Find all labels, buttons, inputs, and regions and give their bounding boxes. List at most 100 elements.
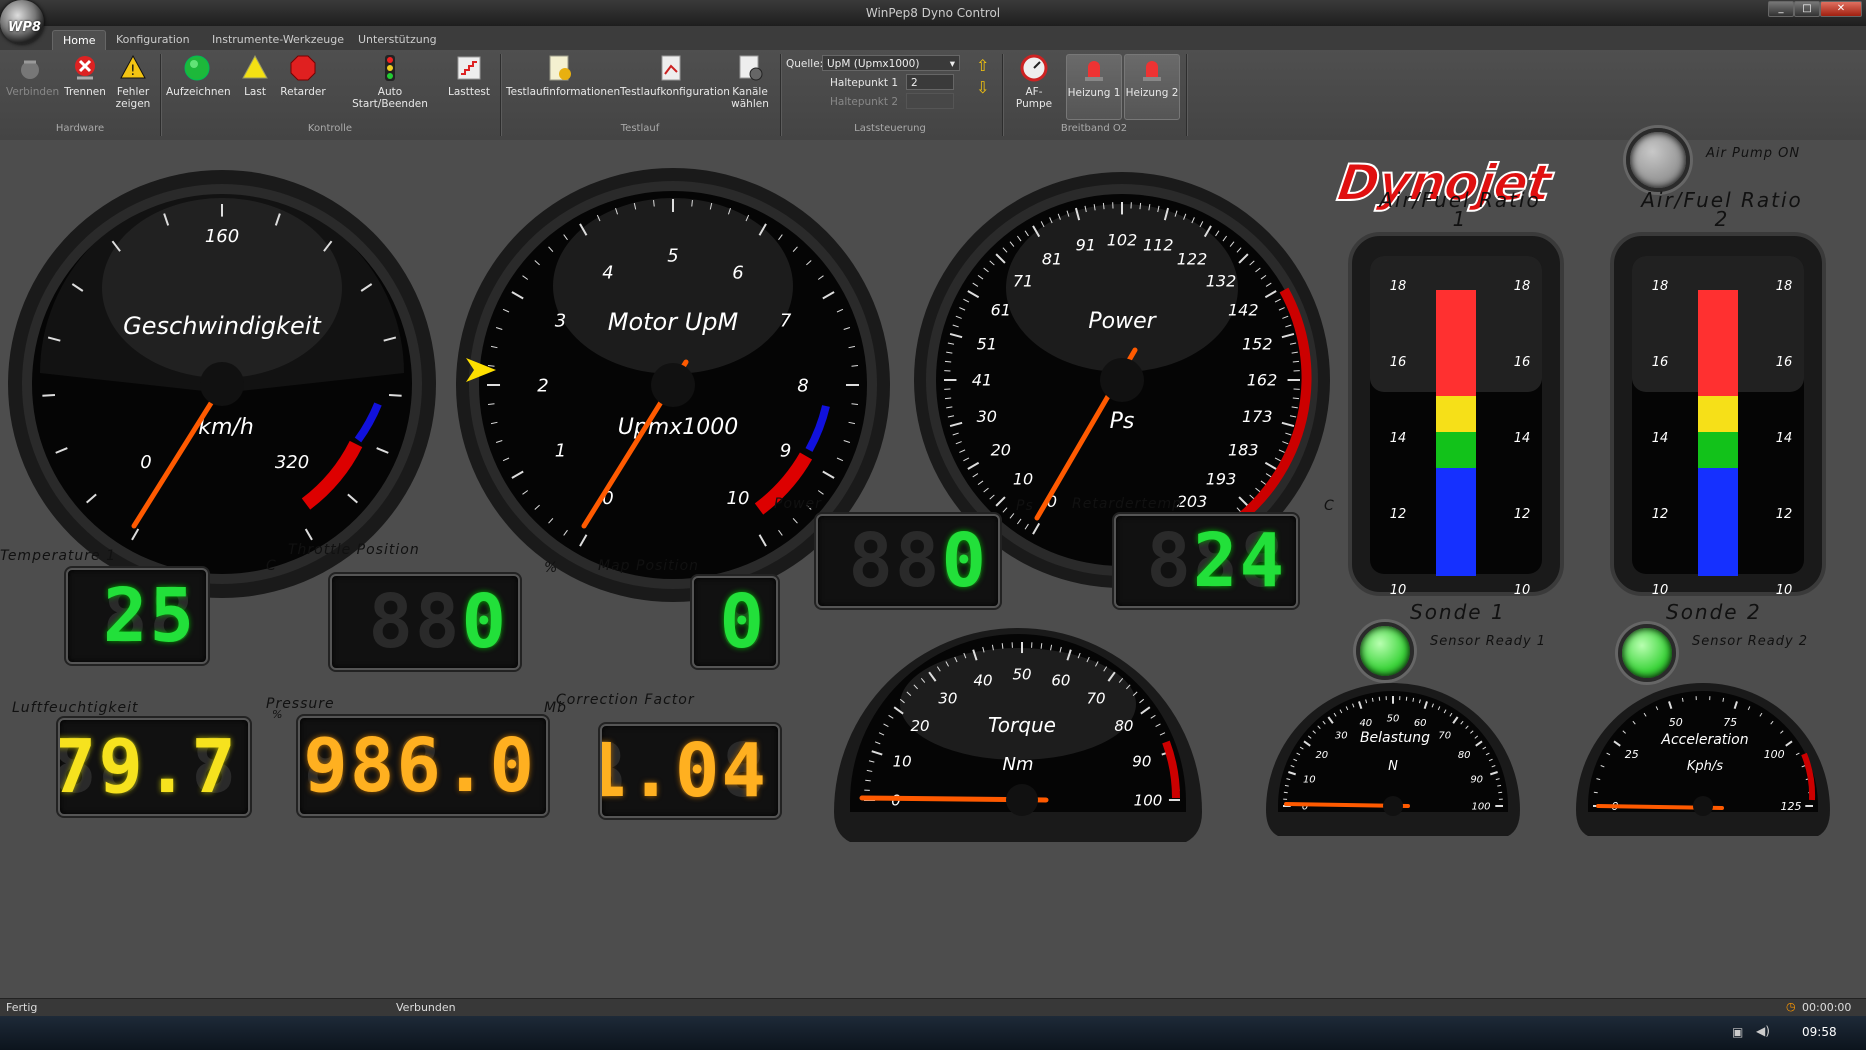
channels-gear-icon: [739, 55, 763, 81]
close-button[interactable]: ✕: [1820, 1, 1862, 17]
svg-text:12: 12: [1390, 507, 1407, 522]
accel-tick-mark: [1722, 697, 1725, 702]
svg-text:14: 14: [1776, 431, 1793, 446]
svg-text:18: 18: [1776, 279, 1793, 294]
status-connection: Verbunden: [396, 1001, 456, 1014]
svg-text:!: !: [130, 63, 136, 79]
load-button[interactable]: Last: [238, 54, 272, 98]
tab-unterstuetzung[interactable]: Unterstützung: [348, 30, 447, 50]
afr2-title: Air/Fuel Ratio 2: [1641, 188, 1803, 231]
app-logo[interactable]: WP8: [0, 0, 44, 44]
rpm-tick-mark: [653, 199, 655, 207]
sensor-ready-2-label: Sensor Ready 2: [1692, 634, 1809, 649]
pressure-display: 888.8 986.0: [298, 716, 548, 816]
throttle-display: 888 0: [330, 574, 520, 670]
af-pump-button[interactable]: AF-Pumpe: [1008, 54, 1060, 110]
rpm-tick-mark: [851, 403, 859, 405]
air-pump-label: Air Pump ON: [1706, 146, 1801, 161]
taskbar-clock: 09:58: [1802, 1025, 1837, 1039]
disconnect-button[interactable]: Trennen: [60, 54, 110, 98]
volume-icon[interactable]: ◀): [1756, 1024, 1770, 1038]
svg-text:14: 14: [1514, 431, 1531, 446]
connect-button[interactable]: Verbinden: [6, 54, 59, 98]
acceleration-gauge: 0255075100125 Acceleration Kph/s: [1576, 683, 1830, 836]
power-tick-mark: [944, 360, 952, 363]
rpm-tick-label: 1: [555, 440, 566, 461]
auto-start-stop-button[interactable]: Auto Start/Beenden: [342, 54, 438, 110]
afr2-bar-gauge: 18 16 14 12 10 18 16 14 12 10: [1610, 232, 1826, 596]
record-button[interactable]: Aufzeichnen: [166, 54, 231, 98]
status-ready: Fertig: [6, 1001, 38, 1014]
group-separator: [1186, 54, 1188, 136]
hold1-input[interactable]: 2: [906, 74, 954, 90]
svg-text:12: 12: [1652, 507, 1669, 522]
connect-icon: [21, 60, 39, 79]
source-select[interactable]: UpM (Upmx1000) ▾: [822, 55, 960, 71]
load-gauge: 010203040 50 60708090100 Belastung N: [1266, 683, 1520, 836]
chevron-down-icon: ▾: [949, 58, 955, 70]
throttle-value: 0: [461, 579, 508, 665]
power-digital-label: Power: [774, 496, 822, 512]
group-control-label: Kontrolle: [307, 123, 353, 134]
rpm-tick-mark: [487, 403, 495, 405]
pressure-label: Pressure: [266, 696, 335, 712]
svg-text:18: 18: [1390, 279, 1407, 294]
group-o2-label: Breitband O2: [1060, 123, 1128, 134]
retarder-temp-unit: C: [1324, 498, 1335, 514]
tab-home[interactable]: Home: [52, 30, 107, 51]
loadtest-chart-icon: [457, 56, 481, 80]
correction-label: Correction Factor: [556, 692, 695, 708]
torque-tick-label: 80: [1114, 717, 1133, 735]
rpm-tick-label: 9: [780, 440, 791, 461]
show-errors-button[interactable]: ! Fehler zeigen: [112, 54, 154, 110]
temperature-value: 25: [102, 573, 196, 659]
tab-instrumente-werkzeuge[interactable]: Instrumente-Werkzeuge: [202, 30, 354, 50]
map-display: 8 0: [692, 576, 778, 668]
temperature-display: 88 25: [66, 568, 208, 664]
torque-tick-label: 10: [893, 752, 912, 770]
select-channels-button[interactable]: Kanäle wählen: [730, 54, 770, 110]
loadtest-button[interactable]: Lasttest: [446, 54, 492, 98]
retarder-temp-label: Retardertemp: [1072, 496, 1183, 512]
power-tick-label: 122: [1177, 249, 1208, 268]
correction-value: 1.04: [600, 728, 768, 814]
load-warning-icon: [242, 54, 268, 79]
load-tick-label: 20: [1315, 750, 1328, 761]
torque-tick-label: 90: [1132, 752, 1151, 770]
hold2-label: Haltepunkt 2: [830, 96, 899, 108]
hold2-input[interactable]: [906, 93, 954, 109]
run-info-button[interactable]: Testlaufinformationen: [506, 54, 620, 98]
power-tick-label: 51: [977, 334, 997, 353]
arrow-down-icon[interactable]: ⇩: [976, 78, 989, 97]
rpm-tick-mark: [691, 199, 693, 207]
rpm-tick-label: 4: [602, 263, 613, 284]
power-tick-label: 10: [1013, 470, 1033, 489]
disconnect-icon: [75, 56, 95, 80]
load-tick-mark: [1284, 784, 1289, 787]
run-config-button[interactable]: Testlaufkonfiguration: [620, 54, 730, 98]
retarder-button[interactable]: Retarder: [280, 54, 326, 98]
torque-tick-mark: [1040, 643, 1043, 649]
load-tick-label: 80: [1458, 750, 1471, 761]
heater-beacon-icon: [1143, 61, 1161, 81]
accel-tick-label: 75: [1723, 716, 1737, 729]
heater2-button[interactable]: Heizung 2: [1124, 54, 1180, 120]
rpm-tick-mark: [487, 365, 495, 367]
load-tick-mark: [1497, 784, 1502, 787]
power-tick-label: 102: [1107, 231, 1138, 250]
taskbar: ▣ ◀) 09:58: [0, 1016, 1866, 1050]
network-icon[interactable]: ▣: [1732, 1025, 1743, 1039]
load-tick-label: 70: [1438, 730, 1451, 741]
svg-text:14: 14: [1652, 431, 1669, 446]
maximize-button[interactable]: □: [1794, 1, 1820, 17]
load-unit: N: [1388, 759, 1398, 774]
power-unit: Ps: [1110, 409, 1135, 434]
sensor-ready-1-label: Sensor Ready 1: [1430, 634, 1547, 649]
arrow-up-icon[interactable]: ⇧: [976, 56, 989, 75]
rpm-tick-label: 7: [780, 310, 792, 331]
heater1-button[interactable]: Heizung 1: [1066, 54, 1122, 120]
tab-konfiguration[interactable]: Konfiguration: [106, 30, 200, 50]
document-info-icon: [549, 55, 571, 81]
group-load-control-label: Laststeuerung: [854, 123, 926, 134]
minimize-button[interactable]: _: [1768, 1, 1794, 17]
